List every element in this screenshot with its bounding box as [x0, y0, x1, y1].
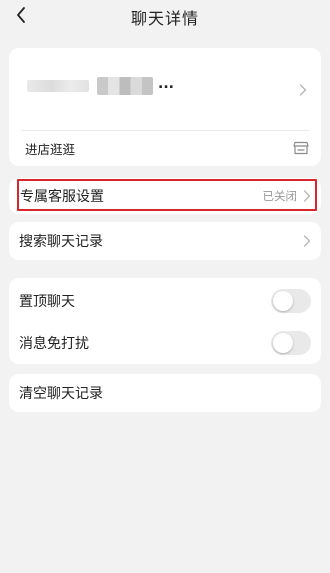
clear-chat-history-row[interactable]: 清空聊天记录 — [9, 374, 321, 412]
mute-notifications-label: 消息免打扰 — [19, 336, 89, 352]
page-title: 聊天详情 — [130, 9, 199, 28]
header-bar: 聊天详情 — [0, 0, 330, 34]
visit-store-label: 进店逛逛 — [25, 142, 76, 157]
store-name-suffix: ... — [158, 76, 174, 92]
chevron-right-icon — [303, 190, 311, 202]
toggle-knob — [273, 333, 293, 353]
store-card: ... 进店逛逛 — [9, 48, 321, 166]
blurred-store-name — [97, 77, 153, 95]
customer-service-settings-row[interactable]: 专属客服设置 已关闭 — [9, 178, 321, 214]
shop-icon — [293, 141, 309, 155]
clear-chat-history-label: 清空聊天记录 — [19, 386, 103, 402]
clear-card: 清空聊天记录 — [9, 374, 321, 412]
chevron-right-icon — [299, 84, 307, 96]
pin-chat-row: 置顶聊天 — [9, 280, 321, 322]
customer-service-label: 专属客服设置 — [20, 189, 104, 205]
pin-chat-label: 置顶聊天 — [19, 294, 75, 310]
visit-store-row[interactable]: 进店逛逛 — [9, 131, 321, 166]
mute-notifications-row: 消息免打扰 — [9, 322, 321, 364]
chevron-right-icon — [303, 235, 311, 247]
blurred-avatar — [27, 80, 89, 92]
customer-service-status: 已关闭 — [262, 189, 298, 203]
pin-chat-toggle[interactable] — [271, 289, 311, 313]
toggle-knob — [273, 291, 293, 311]
customer-service-card: 专属客服设置 已关闭 — [9, 178, 321, 214]
search-card: 搜索聊天记录 — [9, 222, 321, 260]
mute-notifications-toggle[interactable] — [271, 331, 311, 355]
search-chat-history-label: 搜索聊天记录 — [19, 234, 103, 250]
chat-settings-card: 置顶聊天 消息免打扰 — [9, 278, 321, 364]
search-chat-history-row[interactable]: 搜索聊天记录 — [9, 222, 321, 260]
store-info-row[interactable]: ... — [9, 48, 321, 130]
